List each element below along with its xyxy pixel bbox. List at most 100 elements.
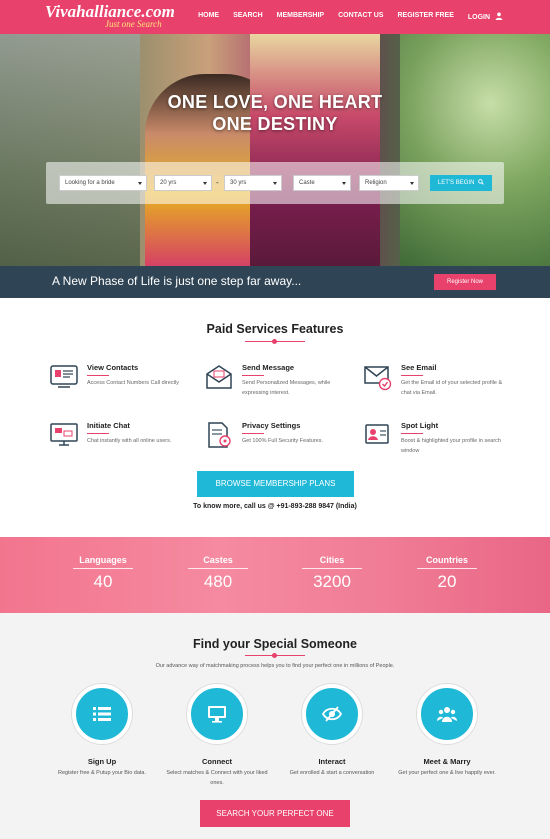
feature-divider	[401, 375, 423, 376]
main-nav: HOME SEARCH MEMBERSHIP CONTACT US REGIST…	[184, 12, 503, 21]
search-your-perfect-one-button[interactable]: SEARCH YOUR PERFECT ONE	[200, 800, 350, 827]
quick-search-panel: Looking for a bride 20 yrs - 30 yrs Cast…	[46, 162, 504, 204]
feature-desc: Get the Email id of your selected profil…	[401, 380, 503, 396]
feature-privacy-settings: Privacy Settings Get 100% Full Security …	[205, 421, 355, 461]
step-sign-up: Sign Up Register free & Putup your Bio d…	[47, 757, 157, 779]
find-title-divider	[245, 653, 305, 658]
step-title: Meet & Marry	[423, 757, 471, 766]
stat-countries: Countries 20	[392, 555, 502, 592]
services-title: Paid Services Features	[206, 322, 344, 336]
lets-begin-button[interactable]: LET'S BEGIN	[430, 175, 492, 191]
feature-divider	[87, 433, 109, 434]
feature-title: See Email	[401, 363, 437, 372]
monitor-icon	[208, 706, 226, 723]
feature-title: Initiate Chat	[87, 421, 130, 430]
nav-search[interactable]: SEARCH	[233, 12, 263, 21]
age-from-select[interactable]: 20 yrs	[154, 175, 212, 191]
feature-desc: Access Contact Numbers Call directly	[87, 380, 180, 386]
age-separator: -	[216, 178, 219, 187]
age-from-value: 20 yrs	[160, 180, 177, 186]
logo[interactable]: Vivahalliance.com Just one Search	[45, 3, 175, 30]
nav-register-free[interactable]: REGISTER FREE	[397, 12, 453, 21]
feature-desc: Boost & highlighted your profile in sear…	[401, 438, 501, 454]
feature-title: View Contacts	[87, 363, 139, 372]
connect-circle	[187, 684, 247, 744]
tagline-bar: A New Phase of Life is just one step far…	[0, 266, 550, 298]
contacts-icon	[50, 365, 78, 388]
chevron-down-icon	[342, 182, 346, 185]
religion-value: Religion	[365, 180, 387, 186]
step-desc: Get enrolled & start a conversation	[289, 770, 375, 776]
age-to-value: 30 yrs	[230, 180, 247, 186]
stat-cities: Cities 3200	[277, 555, 387, 592]
find-subtitle: Our advance way of matchmaking process h…	[155, 663, 395, 669]
age-to-select[interactable]: 30 yrs	[224, 175, 282, 191]
eye-icon	[322, 706, 342, 722]
hero-title-line2: ONE DESTINY	[212, 114, 338, 134]
group-icon	[437, 707, 457, 722]
stat-value: 480	[203, 572, 233, 591]
stat-label: Countries	[425, 555, 468, 565]
email-check-icon	[364, 366, 392, 391]
looking-for-value: Looking for a bride	[65, 180, 115, 186]
tagline-text: A New Phase of Life is just one step far…	[52, 274, 302, 288]
chat-monitor-icon	[50, 423, 78, 446]
hero-title: ONE LOVE, ONE HEART ONE DESTINY	[0, 91, 550, 135]
feature-divider	[242, 433, 264, 434]
privacy-document-icon	[208, 422, 231, 448]
nav-login-label: LOGIN	[467, 14, 491, 21]
stat-value: 3200	[313, 572, 351, 591]
search-icon	[478, 179, 484, 185]
feature-spot-light: Spot Light Boost & highlighted your prof…	[364, 421, 514, 461]
lets-begin-label: LET'S BEGIN	[437, 180, 475, 186]
step-desc: Select matches & Connect with your liked…	[166, 770, 268, 786]
logo-tagline: Just one Search	[105, 19, 162, 29]
stat-value: 20	[437, 572, 457, 591]
feature-title: Send Message	[242, 363, 295, 372]
user-icon	[495, 12, 503, 20]
step-connect: Connect Select matches & Connect with yo…	[162, 757, 272, 788]
step-title: Connect	[202, 757, 232, 766]
nav-membership[interactable]: MEMBERSHIP	[277, 12, 324, 21]
contact-phone-line: To know more, call us @ +91-893-288 9847…	[193, 503, 357, 510]
find-title: Find your Special Someone	[193, 637, 357, 651]
hero-photo-groom	[250, 34, 380, 266]
register-now-button[interactable]: Register Now	[434, 274, 496, 290]
nav-contact-us[interactable]: CONTACT US	[338, 12, 383, 21]
spotlight-profile-icon	[365, 424, 389, 444]
nav-home[interactable]: HOME	[198, 12, 219, 21]
site-header: Vivahalliance.com Just one Search HOME S…	[0, 0, 550, 34]
feature-title: Spot Light	[401, 421, 439, 430]
meet-marry-circle	[417, 684, 477, 744]
step-title: Interact	[318, 757, 346, 766]
step-title: Sign Up	[87, 757, 117, 766]
stat-divider	[417, 568, 477, 569]
feature-see-email: See Email Get the Email id of your selec…	[364, 363, 514, 403]
stat-languages: Languages 40	[48, 555, 158, 592]
chevron-down-icon	[203, 182, 207, 185]
nav-login[interactable]: LOGIN	[468, 12, 503, 21]
feature-divider	[401, 433, 423, 434]
looking-for-select[interactable]: Looking for a bride	[59, 175, 147, 191]
feature-title: Privacy Settings	[242, 421, 301, 430]
feature-desc: Send Personalized Messages, while expres…	[242, 380, 331, 396]
step-desc: Register free & Putup your Bio data.	[57, 770, 147, 776]
feature-divider	[87, 375, 109, 376]
services-title-divider	[245, 339, 305, 344]
hero-title-line1: ONE LOVE, ONE HEART	[167, 92, 383, 112]
feature-initiate-chat: Initiate Chat Chat instantly with all on…	[50, 421, 200, 461]
chevron-down-icon	[273, 182, 277, 185]
religion-select[interactable]: Religion	[359, 175, 419, 191]
stat-divider	[73, 568, 133, 569]
hero-background-right	[400, 34, 550, 266]
sign-up-circle	[72, 684, 132, 744]
caste-select[interactable]: Caste	[293, 175, 351, 191]
browse-membership-plans-button[interactable]: BROWSE MEMBERSHIP PLANS	[197, 471, 354, 497]
stat-divider	[302, 568, 362, 569]
chevron-down-icon	[410, 182, 414, 185]
stat-divider	[188, 568, 248, 569]
feature-send-message: Send Message Send Personalized Messages,…	[205, 363, 355, 403]
feature-view-contacts: View Contacts Access Contact Numbers Cal…	[50, 363, 200, 403]
feature-divider	[242, 375, 264, 376]
feature-desc: Get 100% Full Security Features.	[242, 438, 324, 444]
